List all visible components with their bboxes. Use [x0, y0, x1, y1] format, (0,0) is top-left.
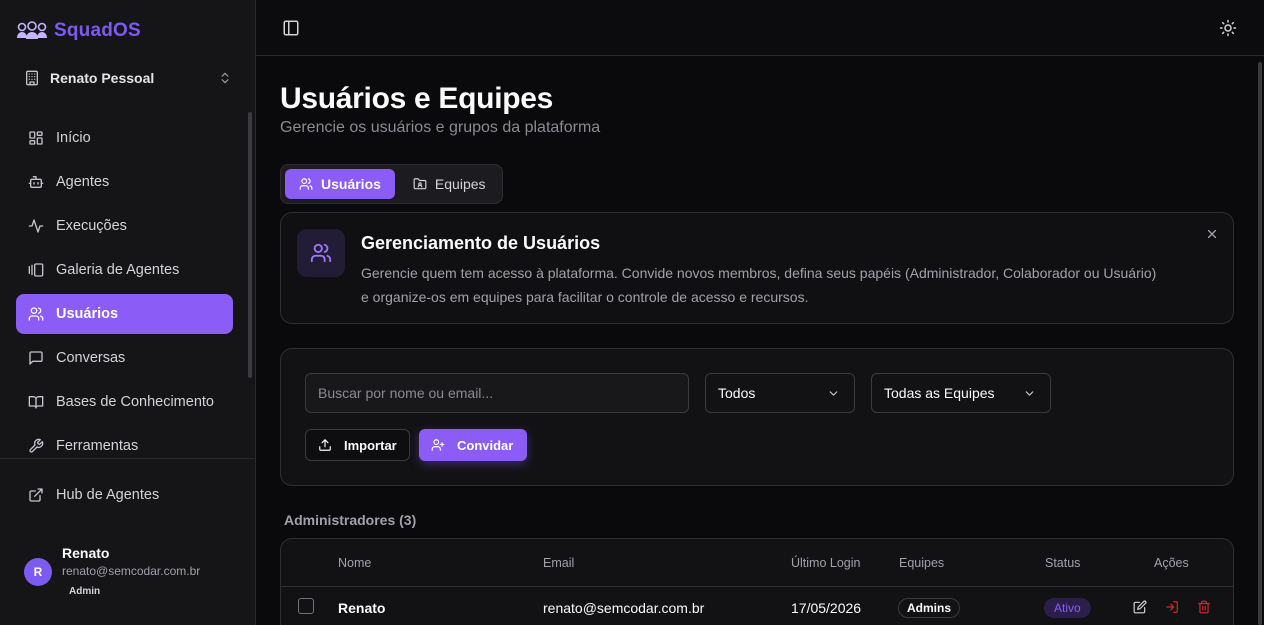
sidebar-item-inicio[interactable]: Início [16, 118, 233, 158]
remove-from-team-icon[interactable] [1165, 600, 1179, 614]
column-header-nome[interactable]: Nome [338, 556, 371, 570]
status-badge: Ativo [1044, 598, 1091, 618]
cell-last-login: 17/05/2026 [791, 600, 862, 616]
tab-label: Equipes [434, 176, 486, 192]
search-input[interactable] [305, 373, 689, 413]
logo-icon [17, 21, 47, 39]
sidebar-item-label: Início [56, 130, 91, 146]
sidebar-item-label: Bases de Conhecimento [56, 394, 214, 410]
sidebar-item-label: Agentes [56, 174, 110, 190]
team-select-value: Todas as Equipes [884, 385, 995, 401]
sidebar-item-label: Hub de Agentes [56, 487, 160, 503]
building-icon [26, 70, 38, 86]
sidebar-item-label: Ferramentas [56, 438, 139, 454]
users-icon [28, 307, 44, 321]
sidebar: SquadOS Renato Pessoal Início Agentes Ex… [0, 0, 256, 625]
team-select[interactable]: Todas as Equipes [871, 373, 1051, 413]
chevron-down-icon [829, 391, 838, 396]
tabs: Usuários Equipes [280, 164, 503, 204]
sidebar-nav: Início Agentes Execuções Galeria de Agen… [16, 118, 233, 456]
section-label: Administradores (3) [284, 512, 417, 528]
column-header-equipes[interactable]: Equipes [899, 556, 944, 570]
sidebar-item-execucoes[interactable]: Execuções [16, 206, 233, 246]
tab-label: Usuários [321, 176, 381, 192]
edit-icon[interactable] [1133, 600, 1147, 614]
app-name: SquadOS [54, 20, 141, 41]
sidebar-item-label: Conversas [56, 350, 126, 366]
activity-icon [28, 219, 44, 233]
cell-name: Renato [338, 600, 386, 616]
sidebar-item-label: Execuções [56, 218, 127, 234]
upload-icon [319, 439, 331, 451]
role-select[interactable]: Todos [705, 373, 855, 413]
gallery-icon [28, 263, 44, 277]
tab-equipes[interactable]: Equipes [399, 169, 500, 199]
info-icon-box [297, 229, 345, 277]
users-table: Nome Email Último Login Equipes Status A… [280, 538, 1234, 625]
team-badge: Admins [898, 598, 961, 618]
sidebar-item-label: Galeria de Agentes [56, 262, 180, 278]
table-row: Renato renato@semcodar.com.br 17/05/2026… [281, 587, 1233, 625]
user-role-badge: Admin [69, 586, 101, 597]
user-email: renato@semcodar.com.br [62, 564, 201, 578]
sidebar-divider [0, 458, 255, 459]
book-icon [28, 396, 44, 409]
chat-icon [29, 351, 43, 365]
tab-usuarios[interactable]: Usuários [285, 169, 395, 199]
sidebar-scrollbar[interactable] [248, 112, 252, 378]
sidebar-item-galeria[interactable]: Galeria de Agentes [16, 250, 233, 290]
chevron-down-icon [1025, 391, 1034, 396]
import-button[interactable]: Importar [305, 429, 410, 461]
logo[interactable]: SquadOS [16, 20, 141, 42]
close-icon[interactable] [1205, 227, 1219, 241]
info-card: Gerenciamento de Usuários Gerencie quem … [280, 212, 1234, 324]
invite-button-label: Convidar [457, 437, 514, 453]
sidebar-item-agentes[interactable]: Agentes [16, 162, 233, 202]
topbar [256, 0, 1264, 56]
column-header-status[interactable]: Status [1045, 556, 1080, 570]
invite-button[interactable]: Convidar [419, 429, 527, 461]
column-header-ultimo-login[interactable]: Último Login [791, 556, 860, 570]
folder-users-icon [413, 178, 427, 190]
column-header-acoes: Ações [1154, 556, 1189, 570]
sidebar-toggle-icon[interactable] [282, 19, 300, 37]
column-header-email[interactable]: Email [543, 556, 574, 570]
sidebar-item-conversas[interactable]: Conversas [16, 338, 233, 378]
main-scrollbar[interactable] [1258, 62, 1262, 625]
workspace-switcher[interactable]: Renato Pessoal [16, 60, 240, 96]
chevrons-up-down-icon [221, 72, 229, 84]
info-text: Gerencie quem tem acesso à plataforma. C… [361, 265, 1157, 305]
users-icon [310, 243, 332, 263]
role-select-value: Todos [718, 385, 756, 401]
sidebar-item-hub-agentes[interactable]: Hub de Agentes [16, 475, 233, 515]
workspace-name: Renato Pessoal [50, 70, 155, 86]
sidebar-item-ferramentas[interactable]: Ferramentas [16, 426, 233, 456]
table-header: Nome Email Último Login Equipes Status A… [281, 539, 1233, 587]
import-button-label: Importar [344, 437, 397, 453]
bot-icon [28, 176, 44, 188]
sun-icon[interactable] [1219, 19, 1237, 37]
users-icon [299, 178, 313, 190]
trash-icon[interactable] [1197, 600, 1211, 614]
row-checkbox[interactable] [298, 598, 314, 614]
page-title: Usuários e Equipes [280, 82, 554, 115]
filter-card: Todos Todas as Equipes Importar Convidar [280, 348, 1234, 486]
info-title: Gerenciamento de Usuários [361, 233, 601, 253]
dashboard-icon [29, 131, 43, 145]
cell-email: renato@semcodar.com.br [543, 600, 705, 616]
external-link-icon [29, 488, 43, 502]
sidebar-item-bases-conhecimento[interactable]: Bases de Conhecimento [16, 382, 233, 422]
avatar: R [24, 558, 52, 586]
page-subtitle: Gerencie os usuários e grupos da platafo… [280, 119, 601, 136]
user-plus-icon [431, 439, 445, 451]
sidebar-item-usuarios[interactable]: Usuários [16, 294, 233, 334]
user-name: Renato [62, 545, 110, 561]
wrench-icon [29, 438, 44, 453]
sidebar-item-label: Usuários [56, 306, 119, 322]
